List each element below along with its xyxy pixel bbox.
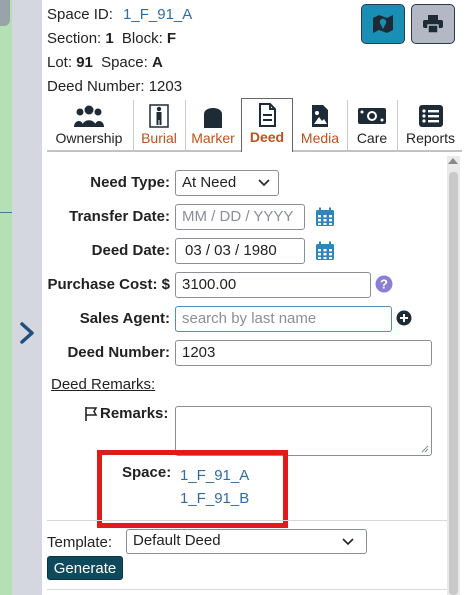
- space-link[interactable]: 1_F_91_B: [180, 490, 249, 507]
- people-icon: [74, 105, 104, 127]
- map-marker-icon: [373, 15, 393, 33]
- background-map-edge: [0, 0, 12, 595]
- map-button[interactable]: [361, 4, 405, 44]
- sales-agent-placeholder: search by last name: [182, 310, 317, 327]
- deed-number-field-label: Deed Number:: [67, 344, 170, 361]
- tab-ownership[interactable]: Ownership: [47, 100, 131, 150]
- calendar-icon[interactable]: [315, 241, 335, 261]
- section-value: 1: [105, 30, 114, 47]
- section-divider: [47, 520, 447, 521]
- tab-care[interactable]: Care: [349, 100, 395, 150]
- deed-number-input[interactable]: 1203: [175, 340, 432, 366]
- record-tabs: Ownership Burial Marker Deed Media Care …: [47, 98, 462, 152]
- space-label: Space:: [101, 54, 148, 71]
- deed-number-label: Deed Number:: [47, 78, 145, 95]
- section-divider: [47, 589, 447, 590]
- tab-burial[interactable]: Burial: [135, 100, 183, 150]
- window-corner: [0, 0, 10, 26]
- svg-text:?: ?: [380, 277, 388, 292]
- deed-number-value: 1203: [148, 78, 183, 95]
- scroll-up-arrow[interactable]: [448, 158, 458, 164]
- tab-media[interactable]: Media: [295, 100, 345, 150]
- printer-icon: [423, 15, 443, 34]
- template-select[interactable]: Default Deed: [126, 529, 367, 554]
- headstone-icon: [204, 108, 222, 128]
- transfer-date-input[interactable]: MM / DD / YYYY: [175, 204, 305, 230]
- deed-date-value: 03 / 03 / 1980: [185, 242, 277, 259]
- tab-ownership-label: Ownership: [55, 130, 123, 146]
- flag-icon: [85, 407, 98, 421]
- document-icon: [259, 103, 276, 127]
- remarks-label: Remarks:: [100, 405, 169, 422]
- template-value: Default Deed: [133, 532, 221, 549]
- space-id-link[interactable]: 1_F_91_A: [123, 6, 192, 23]
- lot-space-row: Lot: 91 Space: A: [47, 54, 163, 71]
- tab-burial-label: Burial: [141, 130, 177, 146]
- need-type-select[interactable]: At Need: [175, 170, 279, 196]
- space-id-label: Space ID:: [47, 6, 113, 23]
- tab-deed[interactable]: Deed: [241, 98, 293, 152]
- purchase-cost-value: 3100.00: [182, 276, 237, 293]
- background-line: [0, 212, 12, 213]
- lot-label: Lot:: [47, 54, 73, 71]
- tab-marker-label: Marker: [191, 130, 235, 146]
- lot-value: 91: [76, 54, 93, 71]
- image-file-icon: [312, 105, 328, 127]
- deed-date-label: Deed Date:: [91, 242, 170, 259]
- block-label: Block:: [121, 30, 163, 47]
- need-type-value: At Need: [182, 174, 237, 191]
- deed-number-row: Deed Number: 1203: [47, 78, 182, 95]
- sales-agent-label: Sales Agent:: [79, 310, 170, 327]
- template-label: Template:: [47, 534, 113, 551]
- list-icon: [418, 105, 443, 127]
- collapse-sidebar-strip[interactable]: [12, 0, 42, 595]
- section-block-row: Section: 1 Block: F: [47, 30, 176, 47]
- block-value: F: [166, 30, 177, 47]
- transfer-date-placeholder: MM / DD / YYYY: [182, 208, 294, 225]
- space-list-label: Space:: [122, 464, 172, 481]
- add-circle-icon[interactable]: [396, 310, 412, 326]
- section-label: Section:: [47, 30, 102, 47]
- tab-care-label: Care: [356, 130, 388, 146]
- space-value: A: [151, 54, 163, 71]
- money-icon: [358, 108, 386, 124]
- space-link[interactable]: 1_F_91_A: [180, 467, 249, 484]
- resize-handle-icon[interactable]: [421, 445, 429, 453]
- purchase-cost-label: Purchase Cost: $: [47, 276, 170, 293]
- deed-number-input-value: 1203: [182, 344, 216, 361]
- transfer-date-label: Transfer Date:: [69, 208, 170, 225]
- calendar-icon[interactable]: [315, 207, 335, 227]
- tab-marker[interactable]: Marker: [187, 100, 239, 150]
- highlight-box: [97, 450, 288, 528]
- remarks-textarea[interactable]: [175, 406, 432, 456]
- sales-agent-input[interactable]: search by last name: [175, 306, 392, 332]
- help-icon[interactable]: ?: [375, 275, 393, 293]
- chevron-right-icon[interactable]: [16, 318, 38, 348]
- need-type-label: Need Type:: [90, 174, 170, 191]
- tab-reports[interactable]: Reports: [399, 100, 462, 150]
- scrollbar-thumb[interactable]: [449, 172, 458, 595]
- tab-media-label: Media: [300, 130, 340, 146]
- deed-date-input[interactable]: 03 / 03 / 1980: [175, 238, 305, 264]
- chevron-down-icon: [258, 179, 270, 187]
- tab-reports-label: Reports: [405, 130, 456, 146]
- generate-button[interactable]: Generate: [47, 556, 123, 580]
- tab-deed-label: Deed: [249, 129, 285, 145]
- space-detail-panel: Space ID: 1_F_91_A Section: 1 Block: F L…: [42, 0, 466, 595]
- print-button[interactable]: [411, 4, 455, 44]
- person-standing-icon: [149, 104, 169, 128]
- chevron-down-icon: [342, 538, 354, 546]
- purchase-cost-input[interactable]: 3100.00: [175, 272, 371, 298]
- space-id-row: Space ID: 1_F_91_A: [47, 6, 192, 23]
- deed-remarks-heading[interactable]: Deed Remarks:: [51, 376, 155, 393]
